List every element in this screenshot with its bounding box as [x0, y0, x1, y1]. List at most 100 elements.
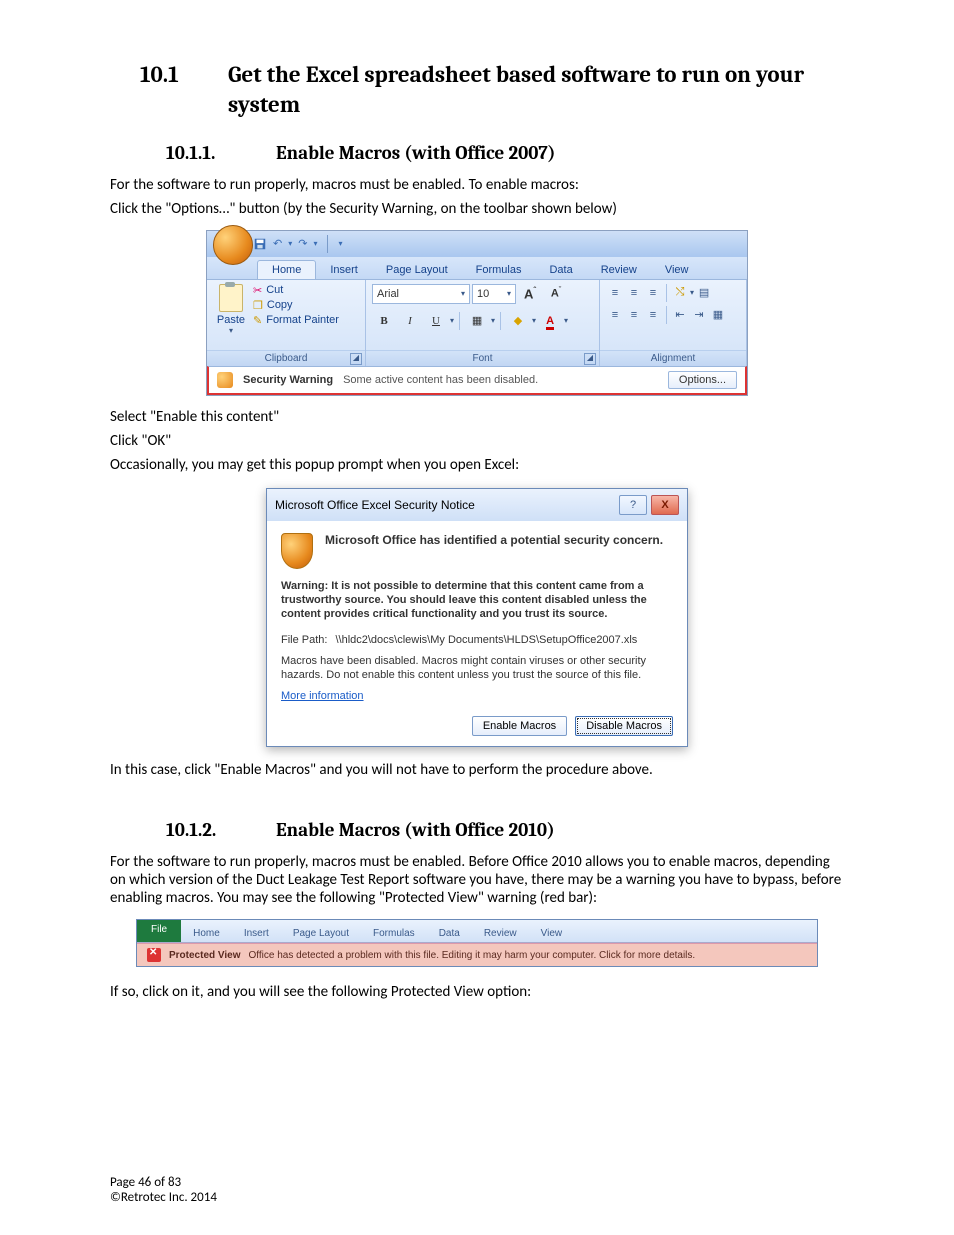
orientation-button[interactable]: ⤭: [671, 284, 689, 302]
help-button[interactable]: ?: [619, 495, 647, 515]
disable-macros-button[interactable]: Disable Macros: [575, 716, 673, 736]
protected-view-screenshot: File Home Insert Page Layout Formulas Da…: [136, 919, 818, 967]
group-label-alignment: Alignment: [600, 350, 746, 366]
cut-button[interactable]: ✂ Cut: [253, 284, 339, 297]
dialog-body-text: Macros have been disabled. Macros might …: [281, 654, 673, 683]
heading-number: 10.1: [140, 60, 228, 120]
redo-icon[interactable]: ↷: [298, 237, 307, 250]
body-text: Click the "Options…" button (by the Secu…: [110, 200, 844, 218]
ribbon-tabs: Home Insert Page Layout Formulas Data Re…: [207, 257, 747, 279]
undo-icon[interactable]: ↶: [273, 237, 282, 250]
merge-center-button[interactable]: ▦: [709, 306, 727, 324]
quick-access-toolbar: ↶ ▾ ↷ ▾ ▾: [207, 231, 747, 257]
tab-page-layout[interactable]: Page Layout: [372, 261, 462, 279]
align-left-button[interactable]: ≡: [606, 306, 624, 324]
tab-page-layout[interactable]: Page Layout: [281, 925, 361, 942]
dropdown-icon[interactable]: ▾: [532, 316, 536, 325]
dropdown-icon[interactable]: ▾: [313, 239, 317, 248]
dropdown-icon[interactable]: ▾: [491, 316, 495, 325]
group-label-font: Font◢: [366, 350, 599, 366]
tab-data[interactable]: Data: [535, 261, 586, 279]
dialog-launcher-icon[interactable]: ◢: [350, 353, 362, 365]
dialog-launcher-icon[interactable]: ◢: [584, 353, 596, 365]
office-button-icon[interactable]: [213, 225, 253, 265]
subheading-text: Enable Macros (with Office 2007): [276, 142, 556, 164]
protected-view-message: Office has detected a problem with this …: [249, 950, 696, 961]
tab-view[interactable]: View: [651, 261, 703, 279]
tab-review[interactable]: Review: [587, 261, 651, 279]
customize-qat-icon[interactable]: ▾: [338, 239, 342, 248]
paste-icon: [219, 284, 243, 312]
more-information-link[interactable]: More information: [281, 690, 673, 702]
stop-icon: [147, 948, 161, 962]
dropdown-icon[interactable]: ▾: [229, 326, 233, 335]
dropdown-icon[interactable]: ▾: [564, 316, 568, 325]
dialog-headline: Microsoft Office has identified a potent…: [325, 533, 663, 547]
font-name-combo[interactable]: Arial▾: [372, 284, 470, 304]
align-bottom-button[interactable]: ≡: [644, 284, 662, 302]
body-text: Occasionally, you may get this popup pro…: [110, 456, 844, 474]
protected-view-label: Protected View: [169, 950, 241, 961]
subheading-text: Enable Macros (with Office 2010): [276, 819, 555, 841]
wrap-text-button[interactable]: ▤: [695, 284, 713, 302]
align-middle-button[interactable]: ≡: [625, 284, 643, 302]
tab-insert[interactable]: Insert: [316, 261, 372, 279]
file-tab[interactable]: File: [137, 920, 181, 942]
bold-button[interactable]: B: [372, 313, 396, 329]
format-painter-label: Format Painter: [266, 314, 339, 326]
cut-icon: ✂: [253, 284, 262, 297]
body-text: Click "OK": [110, 432, 844, 450]
shrink-font-button[interactable]: Aˇ: [544, 285, 568, 302]
dropdown-icon[interactable]: ▾: [690, 288, 694, 297]
subheading-number: 10.1.1.: [166, 142, 276, 164]
decrease-indent-button[interactable]: ⇤: [671, 306, 689, 324]
paste-button[interactable]: Paste ▾: [213, 284, 249, 335]
body-text: For the software to run properly, macros…: [110, 176, 844, 194]
increase-indent-button[interactable]: ⇥: [690, 306, 708, 324]
borders-button[interactable]: ▦: [465, 312, 489, 329]
fill-color-button[interactable]: ◆: [506, 312, 530, 329]
font-size-combo[interactable]: 10▾: [472, 284, 516, 304]
enable-macros-button[interactable]: Enable Macros: [472, 716, 567, 736]
dialog-title-bar: Microsoft Office Excel Security Notice ?…: [267, 489, 687, 521]
shield-icon: [217, 372, 233, 388]
tab-formulas[interactable]: Formulas: [462, 261, 536, 279]
underline-button[interactable]: U: [424, 313, 448, 329]
italic-button[interactable]: I: [398, 313, 422, 329]
copy-button[interactable]: ❐Copy: [253, 299, 339, 312]
security-notice-dialog: Microsoft Office Excel Security Notice ?…: [266, 488, 688, 747]
security-warning-message: Some active content has been disabled.: [343, 374, 538, 386]
dropdown-icon[interactable]: ▾: [450, 316, 454, 325]
security-warning-label: Security Warning: [243, 374, 333, 386]
tab-view[interactable]: View: [529, 925, 575, 942]
align-top-button[interactable]: ≡: [606, 284, 624, 302]
cut-label: Cut: [266, 284, 283, 296]
tab-review[interactable]: Review: [472, 925, 529, 942]
align-center-button[interactable]: ≡: [625, 306, 643, 324]
file-path-label: File Path:: [281, 634, 327, 646]
page-number: Page 46 of 83: [110, 1175, 217, 1190]
options-button[interactable]: Options...: [668, 371, 737, 389]
body-text: If so, click on it, and you will see the…: [110, 983, 844, 1001]
copyright: ©Retrotec Inc. 2014: [110, 1190, 217, 1205]
subheading-number: 10.1.2.: [166, 819, 276, 841]
dialog-warning-text: Warning: It is not possible to determine…: [281, 579, 673, 622]
dropdown-icon[interactable]: ▾: [288, 239, 292, 248]
copy-icon: ❐: [253, 299, 263, 312]
tab-home[interactable]: Home: [257, 260, 316, 279]
tab-formulas[interactable]: Formulas: [361, 925, 427, 942]
font-color-button[interactable]: A: [538, 313, 562, 329]
file-path-value: \\hldc2\docs\clewis\My Documents\HLDS\Se…: [335, 634, 637, 646]
group-label-clipboard: Clipboard◢: [207, 350, 365, 366]
grow-font-button[interactable]: Aˆ: [518, 284, 542, 303]
save-icon[interactable]: [253, 237, 267, 251]
align-right-button[interactable]: ≡: [644, 306, 662, 324]
protected-view-bar[interactable]: Protected View Office has detected a pro…: [137, 943, 817, 966]
dialog-title: Microsoft Office Excel Security Notice: [275, 498, 475, 512]
close-button[interactable]: X: [651, 495, 679, 515]
format-painter-button[interactable]: ✎Format Painter: [253, 314, 339, 327]
tab-data[interactable]: Data: [427, 925, 472, 942]
excel-ribbon-screenshot: ↶ ▾ ↷ ▾ ▾ Home Insert Page Layout Formul…: [206, 230, 748, 396]
tab-home[interactable]: Home: [181, 925, 232, 942]
tab-insert[interactable]: Insert: [232, 925, 281, 942]
